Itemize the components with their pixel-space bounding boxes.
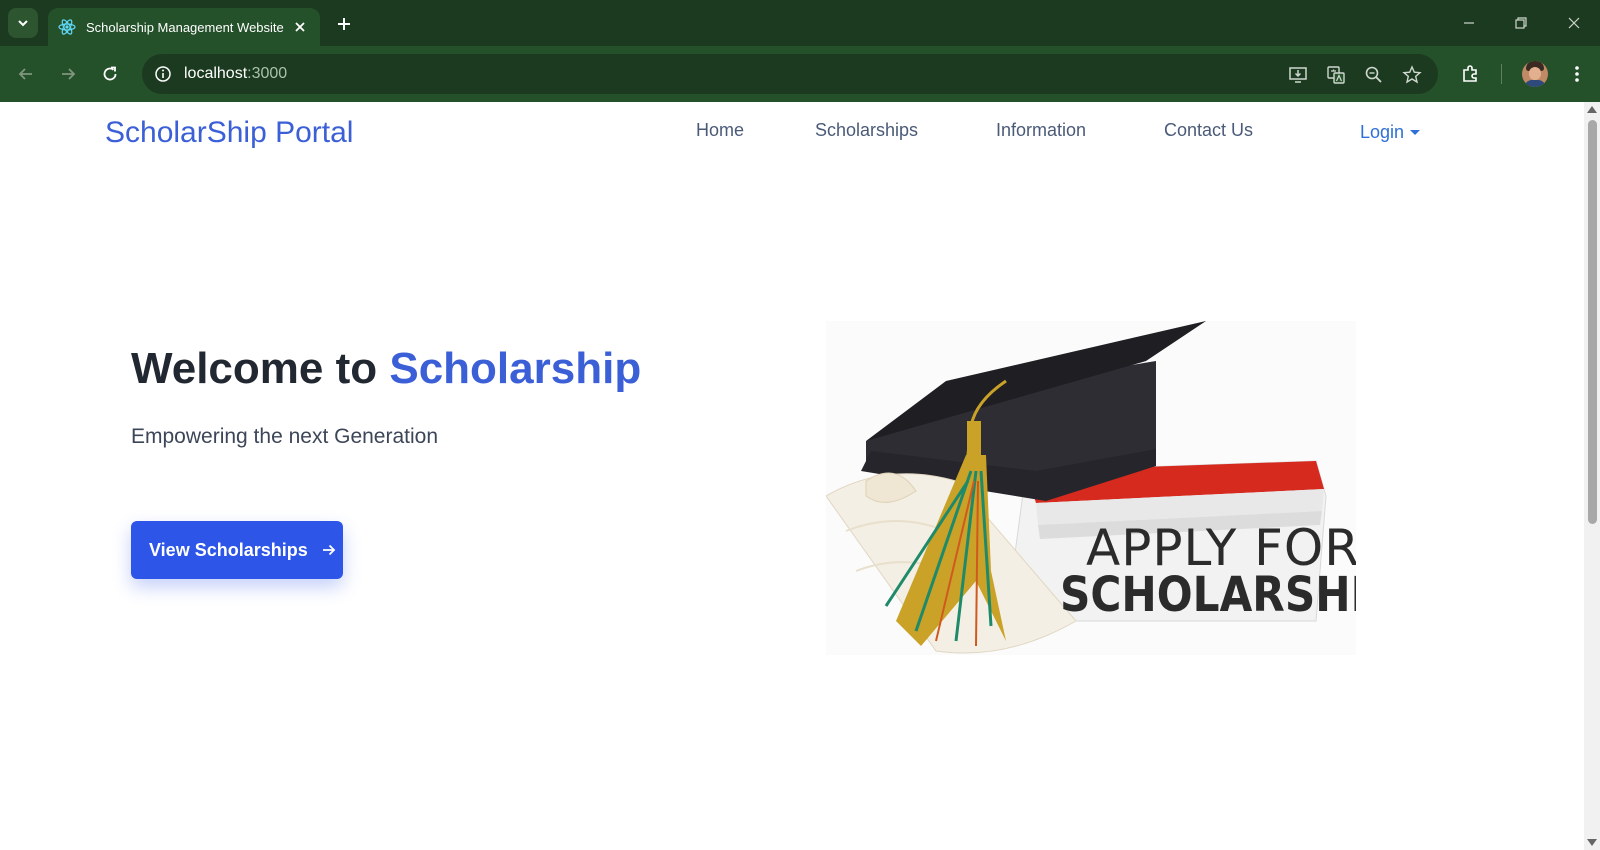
url-text: localhost:3000	[184, 65, 287, 83]
image-text-scholarships: SCHOLARSHIPS	[1060, 567, 1356, 623]
login-dropdown[interactable]: Login	[1360, 122, 1421, 143]
nav-link-information[interactable]: Information	[996, 120, 1086, 141]
extensions-button[interactable]	[1456, 60, 1484, 88]
view-scholarships-label: View Scholarships	[149, 539, 308, 560]
more-menu-button[interactable]	[1563, 60, 1591, 88]
view-scholarships-button[interactable]: View Scholarships	[131, 521, 343, 579]
forward-button[interactable]	[54, 60, 82, 88]
nav-link-home[interactable]: Home	[696, 120, 744, 141]
avatar[interactable]	[1522, 61, 1548, 87]
close-window-button[interactable]	[1561, 10, 1587, 36]
reload-icon	[103, 66, 117, 81]
back-button[interactable]	[12, 60, 40, 88]
bookmark-star-icon[interactable]	[1400, 63, 1424, 87]
site-brand[interactable]: ScholarShip Portal	[105, 116, 353, 150]
extensions-icon	[1463, 65, 1477, 82]
url-port: :3000	[247, 65, 288, 82]
nav-link-scholarships[interactable]: Scholarships	[815, 120, 918, 141]
reload-button[interactable]	[96, 60, 124, 88]
arrow-right-icon	[322, 543, 336, 557]
scroll-thumb[interactable]	[1588, 120, 1597, 524]
browser-tab[interactable]: Scholarship Management Website	[48, 8, 320, 46]
caret-down-icon	[1410, 130, 1421, 135]
install-app-icon[interactable]	[1286, 63, 1310, 87]
hero-subtitle: Empowering the next Generation	[131, 425, 439, 448]
page-scrollbar[interactable]	[1584, 102, 1600, 850]
forward-icon	[62, 68, 76, 80]
more-menu-icon	[1575, 66, 1579, 82]
chevron-down-icon	[18, 20, 28, 27]
page-viewport: ScholarShip Portal Home Scholarships Inf…	[0, 102, 1584, 850]
zoom-icon[interactable]	[1362, 63, 1386, 87]
address-bar[interactable]: localhost:3000	[142, 54, 1438, 94]
url-host: localhost	[184, 65, 248, 82]
hero-title: Welcome to Scholarship	[131, 344, 641, 394]
scroll-down-icon[interactable]	[1587, 839, 1597, 846]
tab-title: Scholarship Management Website	[86, 19, 284, 35]
scroll-up-icon[interactable]	[1587, 106, 1597, 113]
plus-icon	[338, 18, 350, 30]
new-tab-button[interactable]	[330, 12, 358, 36]
back-icon	[18, 68, 32, 80]
site-info-icon[interactable]	[152, 63, 174, 85]
restore-icon	[1515, 17, 1527, 29]
browser-toolbar: localhost:3000	[0, 46, 1600, 102]
hero-title-prefix: Welcome to	[131, 344, 390, 393]
tab-search-button[interactable]	[8, 8, 38, 38]
toolbar-divider	[1501, 64, 1502, 84]
minimize-button[interactable]	[1456, 10, 1482, 36]
minimize-icon	[1464, 22, 1474, 24]
hero-title-accent: Scholarship	[389, 344, 642, 393]
react-icon	[58, 18, 76, 36]
login-label: Login	[1360, 122, 1405, 142]
nav-link-contact-us[interactable]: Contact Us	[1164, 120, 1253, 141]
restore-button[interactable]	[1508, 10, 1534, 36]
close-icon[interactable]	[290, 17, 310, 37]
apply-for-scholarships-image: APPLY FOR SCHOLARSHIPS	[826, 321, 1356, 655]
close-window-icon	[1568, 17, 1580, 29]
browser-tab-strip: Scholarship Management Website	[0, 0, 1600, 46]
translate-icon[interactable]	[1324, 63, 1348, 87]
